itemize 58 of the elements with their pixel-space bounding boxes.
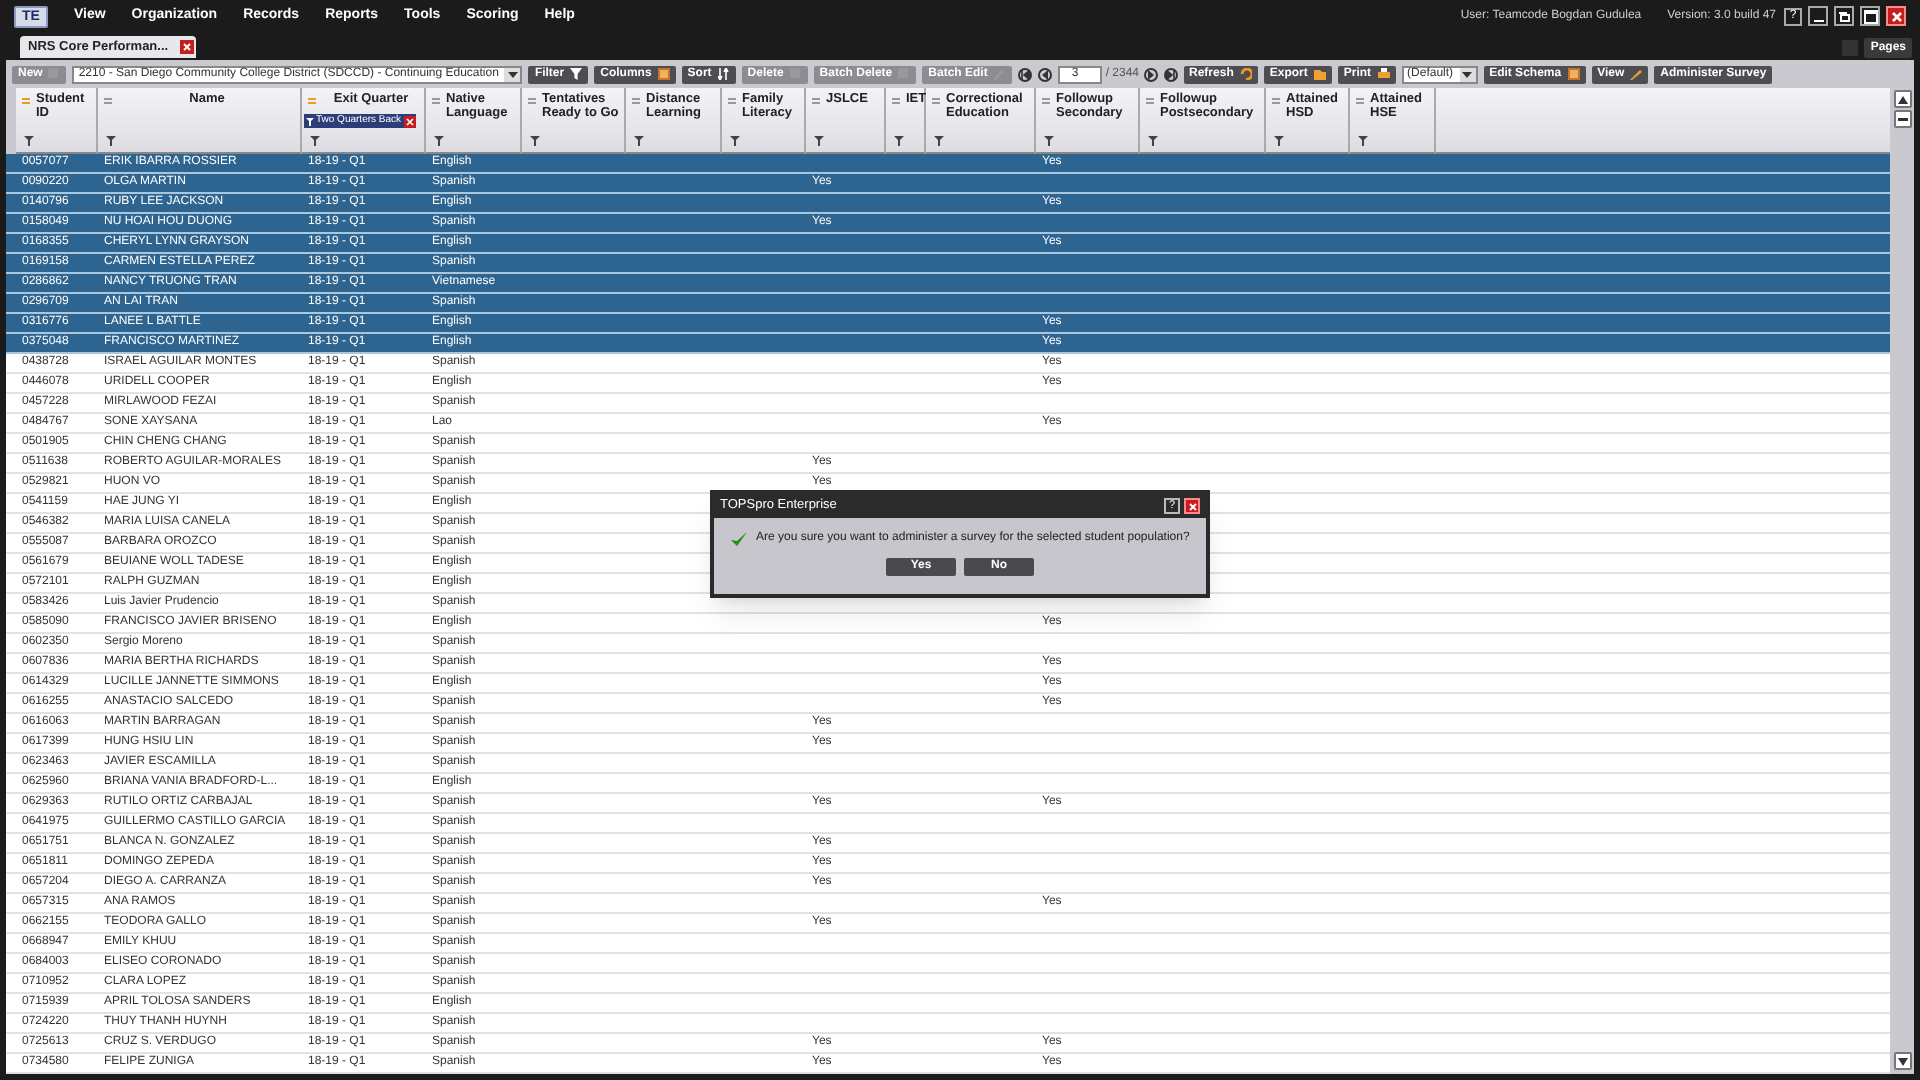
down-arrow-icon [1897,1057,1907,1065]
remove-filter-icon[interactable] [403,115,416,127]
grid-icon [1567,68,1580,80]
close-icon [1888,7,1904,25]
scroll-collapse-button[interactable] [1893,110,1911,128]
minimize-icon [1813,19,1823,21]
square-icon [48,68,61,80]
filter-icon[interactable] [24,136,34,146]
close-button[interactable] [1184,498,1200,514]
maximize-button[interactable] [1860,6,1880,26]
pencil-icon [993,68,1006,80]
grid-icon [657,68,670,80]
last-page-icon [1165,69,1176,79]
filter-icon[interactable] [1044,136,1054,146]
pencil-icon [1630,68,1643,80]
close-icon [1187,501,1197,511]
filter-icon[interactable] [894,136,904,146]
restore-icon [1836,7,1852,25]
next-page-icon [1145,69,1156,79]
square-icon [789,68,802,80]
close-button[interactable] [1886,6,1906,26]
filter-icon[interactable] [1358,136,1368,146]
check-icon [730,530,748,548]
filter-icon[interactable] [934,136,944,146]
first-page-icon [1019,69,1030,79]
scroll-down-button[interactable] [1893,1052,1911,1070]
funnel-icon [306,117,314,125]
filter-icon[interactable] [1274,136,1284,146]
filter-icon[interactable] [106,136,116,146]
minimize-button[interactable] [1808,6,1828,26]
printer-icon [1377,68,1390,80]
refresh-icon [1239,68,1252,80]
previous-page-icon [1039,69,1050,79]
filter-icon[interactable] [1148,136,1158,146]
folder-icon [1313,68,1326,80]
close-tab-icon[interactable] [180,40,195,54]
previous-page-button[interactable] [1037,67,1052,81]
scroll-up-button[interactable] [1893,90,1911,108]
last-page-button[interactable] [1163,67,1178,81]
cross-icon [182,42,193,52]
filter-icon[interactable] [634,136,644,146]
square-icon [898,68,911,80]
filter-icon[interactable] [434,136,444,146]
maximize-icon [1862,7,1878,25]
caret-icon [1459,67,1476,81]
caret-icon [504,67,521,81]
minus-icon [1897,117,1907,121]
pages-icon [1842,40,1859,56]
filter-icon[interactable] [730,136,740,146]
filter-icon[interactable] [814,136,824,146]
first-page-button[interactable] [1017,67,1032,81]
filter-icon[interactable] [530,136,540,146]
up-arrow-icon [1897,95,1907,103]
restore-button[interactable] [1834,6,1854,26]
funnel-icon [570,68,583,80]
sort-icon [717,68,730,80]
next-page-button[interactable] [1143,67,1158,81]
filter-icon[interactable] [310,136,320,146]
